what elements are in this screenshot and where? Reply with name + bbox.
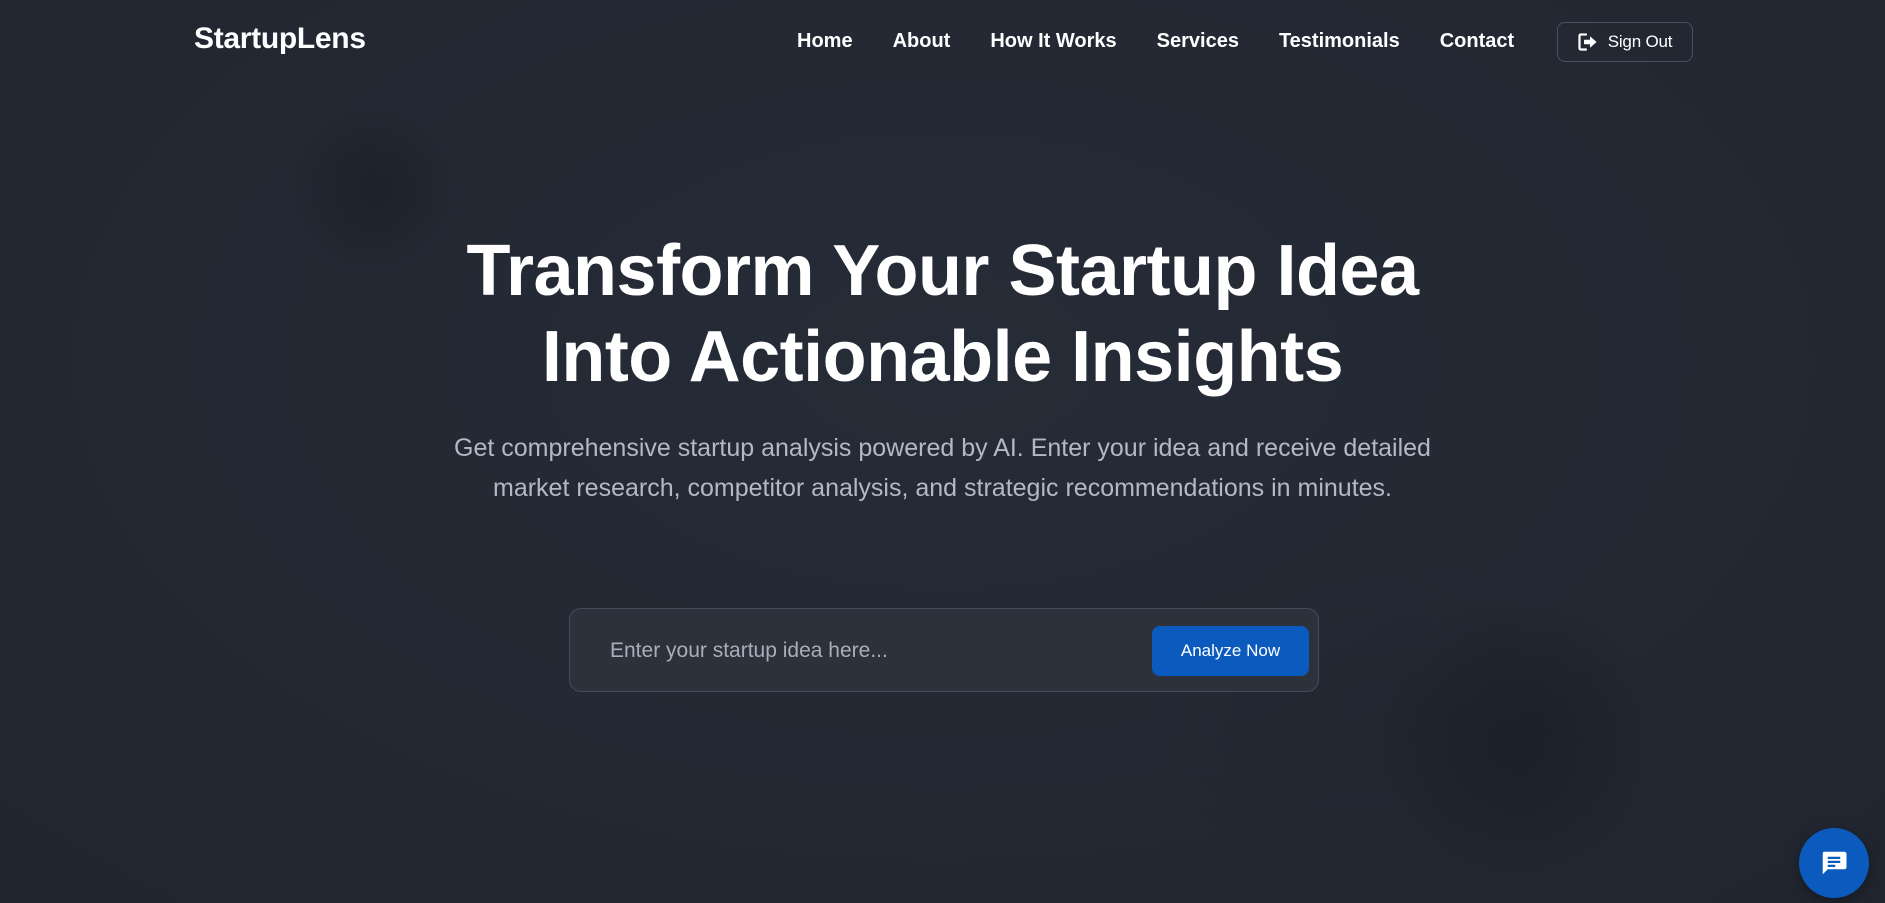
sign-out-button[interactable]: Sign Out bbox=[1557, 22, 1693, 62]
hero-title-line-2: Into Actionable Insights bbox=[541, 317, 1344, 397]
hero-title: Transform Your Startup Idea Into Actiona… bbox=[0, 228, 1885, 400]
nav-link-services[interactable]: Services bbox=[1157, 30, 1239, 53]
nav-link-how-it-works[interactable]: How It Works bbox=[990, 30, 1116, 53]
nav-link-about[interactable]: About bbox=[893, 30, 951, 53]
hero-subtitle: Get comprehensive startup analysis power… bbox=[454, 434, 1431, 502]
nav-link-home[interactable]: Home bbox=[797, 30, 853, 53]
analyze-now-button[interactable]: Analyze Now bbox=[1152, 626, 1309, 676]
sign-out-label: Sign Out bbox=[1607, 32, 1673, 51]
chat-icon bbox=[1822, 851, 1847, 875]
chat-button[interactable] bbox=[1799, 828, 1869, 898]
main-nav: Home About How It Works Services Testimo… bbox=[797, 30, 1554, 53]
nav-link-testimonials[interactable]: Testimonials bbox=[1279, 30, 1400, 53]
startup-idea-input[interactable] bbox=[608, 627, 1112, 675]
page: StartupLens Home About How It Works Serv… bbox=[0, 0, 1885, 903]
nav-link-contact[interactable]: Contact bbox=[1440, 30, 1514, 53]
idea-search-box: Analyze Now bbox=[569, 608, 1319, 692]
brand-logo[interactable]: StartupLens bbox=[194, 22, 366, 56]
background-blob bbox=[1380, 600, 1660, 880]
hero-title-line-1: Transform Your Startup Idea bbox=[466, 231, 1419, 311]
sign-out-icon bbox=[1578, 33, 1597, 51]
site-header: StartupLens Home About How It Works Serv… bbox=[0, 0, 1885, 86]
